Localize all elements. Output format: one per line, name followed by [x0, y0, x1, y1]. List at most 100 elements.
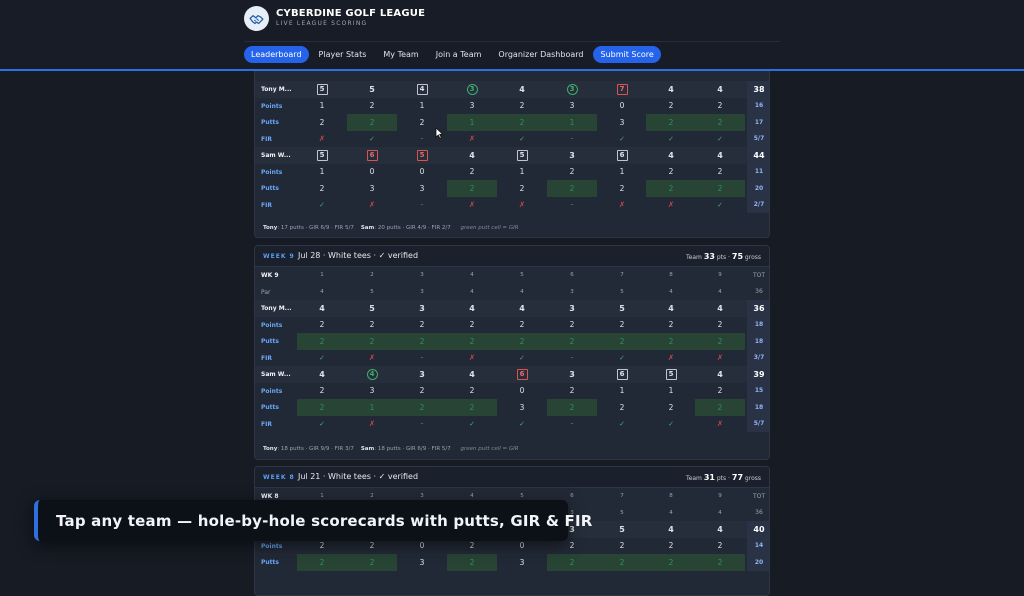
handshake-logo-icon[interactable] — [244, 6, 269, 31]
hole-4-cell[interactable]: 4 — [447, 147, 497, 164]
hole-3-cell[interactable]: 5 — [397, 147, 447, 164]
putts-row: Putts 2 3 3 2 2 2 2 2 2 20 — [255, 180, 769, 197]
scorecard-header[interactable]: WEEK 8 Jul 21 · White tees · ✓ verified … — [255, 467, 769, 488]
team-gross: 75 — [731, 252, 744, 261]
player-row[interactable]: Tony M... 5 5 4 3 4 3 7 4 4 38 — [255, 81, 769, 98]
hole-2-cell: 2 — [369, 101, 375, 111]
hole-9-cell[interactable]: 4 — [695, 300, 745, 317]
hole-9-cell: 2 — [695, 114, 745, 131]
nav-leaderboard[interactable]: Leaderboard — [244, 46, 309, 63]
hole-7-cell[interactable]: 6 — [597, 366, 647, 383]
row-label: Putts — [261, 119, 279, 126]
nav-my-team[interactable]: My Team — [376, 46, 425, 63]
hole-4-cell[interactable]: 4 — [447, 366, 497, 383]
hole-1-cell: 2 — [319, 386, 325, 396]
hole-4-cell[interactable]: 3 — [447, 81, 497, 98]
total-cell: 14 — [747, 537, 769, 554]
hole-3-cell: – — [420, 354, 424, 361]
hole-3-cell[interactable]: 3 — [397, 366, 447, 383]
hole-1-cell[interactable]: 5 — [297, 147, 347, 164]
over-par-score: 5 — [416, 149, 428, 161]
nav-join-team[interactable]: Join a Team — [429, 46, 489, 63]
hole-6-cell: 2 — [547, 399, 597, 416]
hole-5-cell[interactable]: 4 — [497, 81, 547, 98]
scorecard-week-9[interactable]: WEEK 9 Jul 28 · White tees · ✓ verified … — [254, 245, 770, 460]
hole-2-cell: 2 — [347, 554, 397, 571]
fir-row: FIR ✗ ✓ – ✗ ✓ – ✓ ✓ ✓ 5/7 — [255, 130, 769, 147]
nav-organizer-dashboard[interactable]: Organizer Dashboard — [491, 46, 590, 63]
hole-3-cell[interactable]: 3 — [397, 300, 447, 317]
hole-7-cell[interactable]: 6 — [597, 147, 647, 164]
hole-4-cell: 1 — [447, 114, 497, 131]
hole-9-cell[interactable]: 4 — [695, 81, 745, 98]
hole-9-cell[interactable]: 4 — [695, 366, 745, 383]
hole-6-cell[interactable]: 3 — [547, 300, 597, 317]
app-header: CYBERDINE GOLF LEAGUE LIVE LEAGUE SCORIN… — [0, 0, 1024, 71]
hole-6-cell[interactable]: 3 — [547, 81, 597, 98]
hole-8-cell[interactable]: 4 — [646, 81, 696, 98]
hole-5-cell: ✓ — [519, 353, 525, 362]
scorecard-header[interactable]: WEEK 9 Jul 28 · White tees · ✓ verified … — [255, 246, 769, 267]
scorecard-week-10[interactable]: Tony M... 5 5 4 3 4 3 7 4 4 38 Points 1 2 1 3 2 3 0 2 2 16 Put… — [254, 58, 770, 238]
row-label: Putts — [261, 338, 279, 345]
hole-7-cell[interactable]: 5 — [597, 300, 647, 317]
hole-1-cell[interactable]: 4 — [297, 300, 347, 317]
scorecard-rows: Tony M... 5 5 4 3 4 3 7 4 4 38 Points 1 2 1 3 2 3 0 2 2 16 Put… — [255, 81, 769, 213]
hole-5-cell[interactable]: 6 — [497, 366, 547, 383]
hole-9-cell: 2 — [717, 101, 723, 111]
hole-2-cell[interactable]: 5 — [347, 81, 397, 98]
hole-7-cell: 2 — [619, 183, 625, 193]
hole-7-cell[interactable]: 7 — [597, 81, 647, 98]
hole-9-cell[interactable]: 4 — [695, 147, 745, 164]
hole-8-cell: 2 — [646, 180, 696, 197]
hole-6-cell: 2 — [547, 180, 597, 197]
hole-3-cell[interactable]: 4 — [397, 81, 447, 98]
hole-9-cell: 4 — [718, 509, 722, 516]
fir-row: FIR ✓ ✗ – ✓ ✓ – ✓ ✓ ✗ 5/7 — [255, 415, 769, 432]
hole-4-cell: ✓ — [469, 419, 475, 428]
hole-8-cell[interactable]: 4 — [646, 147, 696, 164]
hole-2-cell[interactable]: 4 — [347, 366, 397, 383]
total-cell: 18 — [747, 399, 769, 416]
caption-overlay: Tap any team — hole-by-hole scorecards w… — [34, 500, 592, 541]
scorecard-footer: Tony: 18 putts · GIR 9/9 · FIR 3/7 Sam: … — [255, 441, 769, 459]
hole-9-cell: 2 — [717, 167, 723, 177]
hole-8-cell[interactable]: 4 — [646, 300, 696, 317]
over-par-score: 6 — [366, 149, 378, 161]
hole-5-cell: 2 — [519, 101, 525, 111]
hole-1-cell: 1 — [320, 272, 324, 279]
nav-submit-score[interactable]: Submit Score — [593, 46, 661, 63]
player-row[interactable]: Tony M... 4 5 3 4 4 3 5 4 4 36 — [255, 300, 769, 317]
hole-1-cell[interactable]: 5 — [297, 81, 347, 98]
hole-7-cell[interactable]: 5 — [597, 521, 647, 538]
player-row[interactable]: Sam W... 4 4 3 4 6 3 6 5 4 39 — [255, 366, 769, 383]
hole-2-cell[interactable]: 6 — [347, 147, 397, 164]
hole-5-cell[interactable]: 4 — [497, 300, 547, 317]
hole-6-cell: 2 — [569, 386, 575, 396]
row-label: Points — [261, 102, 283, 110]
hole-4-cell[interactable]: 4 — [447, 300, 497, 317]
row-label: WK 8 — [261, 493, 279, 500]
hole-8-cell[interactable]: 5 — [646, 366, 696, 383]
footer-stats-2: : 18 putts · GIR 6/9 · FIR 5/7 — [374, 446, 451, 452]
hole-8-cell[interactable]: 4 — [646, 521, 696, 538]
row-label: Points — [261, 387, 283, 395]
player-row[interactable]: Sam W... 5 6 5 4 5 3 6 4 4 44 — [255, 147, 769, 164]
hole-4-cell: 2 — [469, 320, 475, 330]
hole-3-cell: 0 — [419, 167, 425, 177]
hole-9-cell: 9 — [718, 493, 722, 500]
hole-1-cell: 2 — [297, 554, 347, 571]
hole-1-cell[interactable]: 4 — [297, 366, 347, 383]
nav-player-stats[interactable]: Player Stats — [312, 46, 374, 63]
hole-9-cell[interactable]: 4 — [695, 521, 745, 538]
points-row: Points 1 2 1 3 2 3 0 2 2 16 — [255, 97, 769, 114]
hole-3-cell: 2 — [419, 320, 425, 330]
total-cell: 36 — [747, 300, 769, 317]
hole-6-cell: 2 — [547, 554, 597, 571]
hole-6-cell[interactable]: 3 — [547, 366, 597, 383]
hole-5-cell[interactable]: 5 — [497, 147, 547, 164]
hole-6-cell[interactable]: 3 — [547, 147, 597, 164]
hole-5-cell: 4 — [520, 288, 524, 295]
hole-2-cell: 3 — [369, 183, 375, 193]
hole-2-cell[interactable]: 5 — [347, 300, 397, 317]
